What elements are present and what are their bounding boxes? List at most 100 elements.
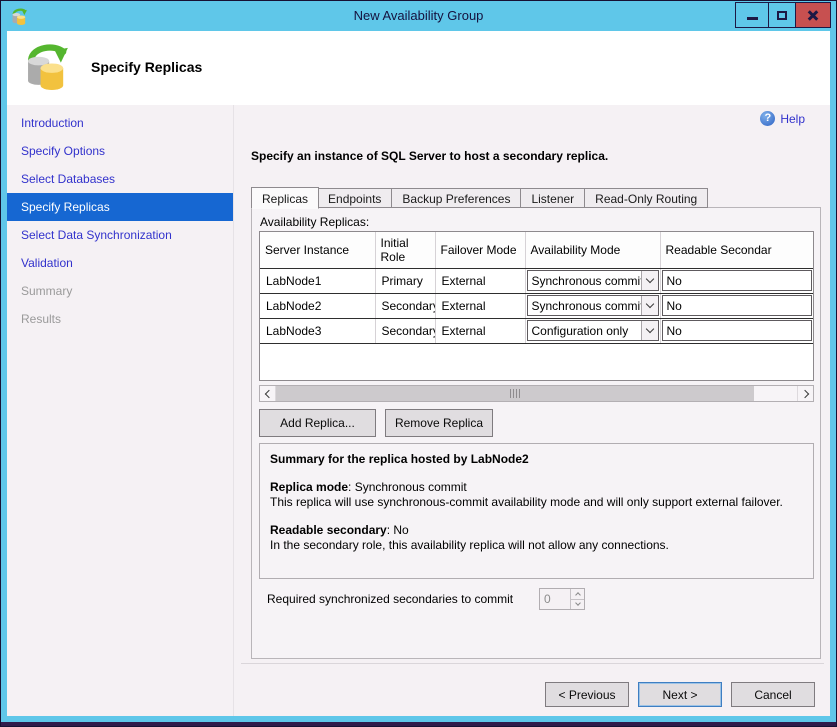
chevron-left-icon [264, 389, 272, 397]
add-replica-button[interactable]: Add Replica... [259, 409, 376, 437]
readable-secondary-summary: Readable secondary: No In the secondary … [270, 523, 803, 553]
chevron-right-icon [800, 389, 808, 397]
scrollbar-grip-icon [510, 389, 520, 398]
readable-secondary-label: Readable secondary [270, 523, 387, 537]
footer-divider [241, 663, 824, 664]
scroll-right-button[interactable] [797, 386, 813, 401]
help-icon [760, 111, 775, 126]
replica-summary-box: Summary for the replica hosted by LabNod… [259, 443, 814, 579]
wizard-steps-sidebar: Introduction Specify Options Select Data… [7, 105, 234, 716]
new-availability-group-dialog: New Availability Group Specify Replicas … [0, 0, 837, 727]
dialog-client-area: Specify Replicas Introduction Specify Op… [7, 31, 830, 716]
availability-group-icon [21, 40, 71, 90]
tab-replicas[interactable]: Replicas [251, 187, 319, 209]
sidebar-item-select-data-synchronization[interactable]: Select Data Synchronization [7, 221, 233, 249]
required-secondaries-spinner: 0 [539, 588, 585, 610]
scrollbar-thumb[interactable] [276, 386, 754, 401]
cell-readable-secondary: No [660, 268, 813, 293]
help-link[interactable]: Help [760, 111, 805, 126]
replicas-tab-panel: Availability Replicas: Server Instance I… [251, 207, 821, 659]
title-bar[interactable]: New Availability Group [1, 1, 836, 31]
tab-backup-preferences[interactable]: Backup Preferences [392, 188, 521, 208]
readable-secondary-dropdown[interactable]: No [662, 320, 813, 341]
summary-title: Summary for the replica hosted by LabNod… [270, 452, 803, 467]
replica-mode-description: This replica will use synchronous-commit… [270, 495, 803, 510]
cell-availability-mode: Synchronous commit [525, 268, 660, 293]
grid-row-labnode3[interactable]: LabNode3 Secondary External Configuratio… [260, 318, 813, 343]
page-title: Specify Replicas [91, 59, 202, 75]
page-header: Specify Replicas [7, 31, 830, 105]
cell-readable-secondary: No [660, 293, 813, 318]
readable-secondary-dropdown[interactable]: No [662, 295, 813, 316]
cell-server-instance[interactable]: LabNode3 [260, 318, 375, 343]
replica-mode-value: : Synchronous commit [348, 480, 467, 494]
sidebar-item-introduction[interactable]: Introduction [7, 109, 233, 137]
chevron-down-icon [575, 600, 581, 606]
cell-server-instance[interactable]: LabNode1 [260, 268, 375, 293]
column-header-server-instance: Server Instance [260, 232, 375, 268]
cell-initial-role: Primary [375, 268, 435, 293]
column-header-readable-secondary: Readable Secondar [660, 232, 813, 268]
availability-mode-dropdown[interactable]: Configuration only [527, 320, 659, 341]
availability-replicas-label: Availability Replicas: [260, 215, 369, 229]
tab-endpoints[interactable]: Endpoints [318, 188, 392, 208]
availability-mode-dropdown[interactable]: Synchronous commit [527, 295, 659, 316]
cell-failover-mode: External [435, 318, 525, 343]
cancel-button[interactable]: Cancel [731, 682, 815, 707]
sidebar-item-specify-options[interactable]: Specify Options [7, 137, 233, 165]
column-header-availability-mode: Availability Mode [525, 232, 660, 268]
sidebar-item-validation[interactable]: Validation [7, 249, 233, 277]
chevron-down-icon[interactable] [641, 271, 658, 290]
sidebar-item-summary: Summary [7, 277, 233, 305]
sidebar-item-specify-replicas[interactable]: Specify Replicas [7, 193, 233, 221]
scroll-left-button[interactable] [260, 386, 276, 401]
window-title: New Availability Group [1, 1, 836, 31]
minimize-button[interactable] [735, 2, 769, 28]
spinner-up-button [571, 589, 584, 600]
grid-horizontal-scrollbar[interactable] [259, 385, 814, 402]
cell-failover-mode: External [435, 268, 525, 293]
sidebar-item-results: Results [7, 305, 233, 333]
tab-read-only-routing[interactable]: Read-Only Routing [585, 188, 708, 208]
column-header-initial-role: Initial Role [375, 232, 435, 268]
page-instruction: Specify an instance of SQL Server to hos… [251, 149, 608, 163]
required-secondaries-label: Required synchronized secondaries to com… [267, 592, 513, 606]
next-button[interactable]: Next > [638, 682, 722, 707]
spinner-down-button [571, 600, 584, 610]
wizard-page-content: Help Specify an instance of SQL Server t… [235, 105, 830, 716]
replica-mode-summary: Replica mode: Synchronous commit This re… [270, 480, 803, 510]
remove-replica-button[interactable]: Remove Replica [385, 409, 493, 437]
availability-mode-dropdown[interactable]: Synchronous commit [527, 270, 659, 291]
close-button[interactable] [795, 2, 831, 28]
minimize-icon [747, 17, 758, 20]
readable-secondary-value: : No [387, 523, 409, 537]
chevron-down-icon[interactable] [641, 321, 658, 340]
availability-replicas-grid[interactable]: Server Instance Initial Role Failover Mo… [259, 231, 814, 381]
maximize-icon [777, 11, 787, 20]
close-icon [807, 9, 819, 21]
readable-secondary-dropdown[interactable]: No [662, 270, 813, 291]
scrollbar-track[interactable] [754, 386, 797, 401]
grid-row-labnode1[interactable]: LabNode1 Primary External Synchronous co… [260, 268, 813, 293]
column-header-failover-mode: Failover Mode [435, 232, 525, 268]
grid-header-row: Server Instance Initial Role Failover Mo… [260, 232, 813, 268]
spinner-value: 0 [540, 589, 570, 609]
chevron-down-icon[interactable] [641, 296, 658, 315]
wizard-navigation-buttons: < Previous Next > Cancel [545, 682, 815, 707]
cell-availability-mode: Configuration only [525, 318, 660, 343]
previous-button[interactable]: < Previous [545, 682, 629, 707]
help-label: Help [780, 112, 805, 126]
cell-readable-secondary: No [660, 318, 813, 343]
cell-initial-role: Secondary [375, 318, 435, 343]
cell-availability-mode: Synchronous commit [525, 293, 660, 318]
cell-failover-mode: External [435, 293, 525, 318]
grid-row-labnode2[interactable]: LabNode2 Secondary External Synchronous … [260, 293, 813, 318]
readable-secondary-description: In the secondary role, this availability… [270, 538, 803, 553]
cell-server-instance[interactable]: LabNode2 [260, 293, 375, 318]
sidebar-item-select-databases[interactable]: Select Databases [7, 165, 233, 193]
tab-listener[interactable]: Listener [521, 188, 585, 208]
maximize-button[interactable] [768, 2, 796, 28]
tab-strip: Replicas Endpoints Backup Preferences Li… [251, 186, 708, 208]
replica-mode-label: Replica mode [270, 480, 348, 494]
cell-initial-role: Secondary [375, 293, 435, 318]
